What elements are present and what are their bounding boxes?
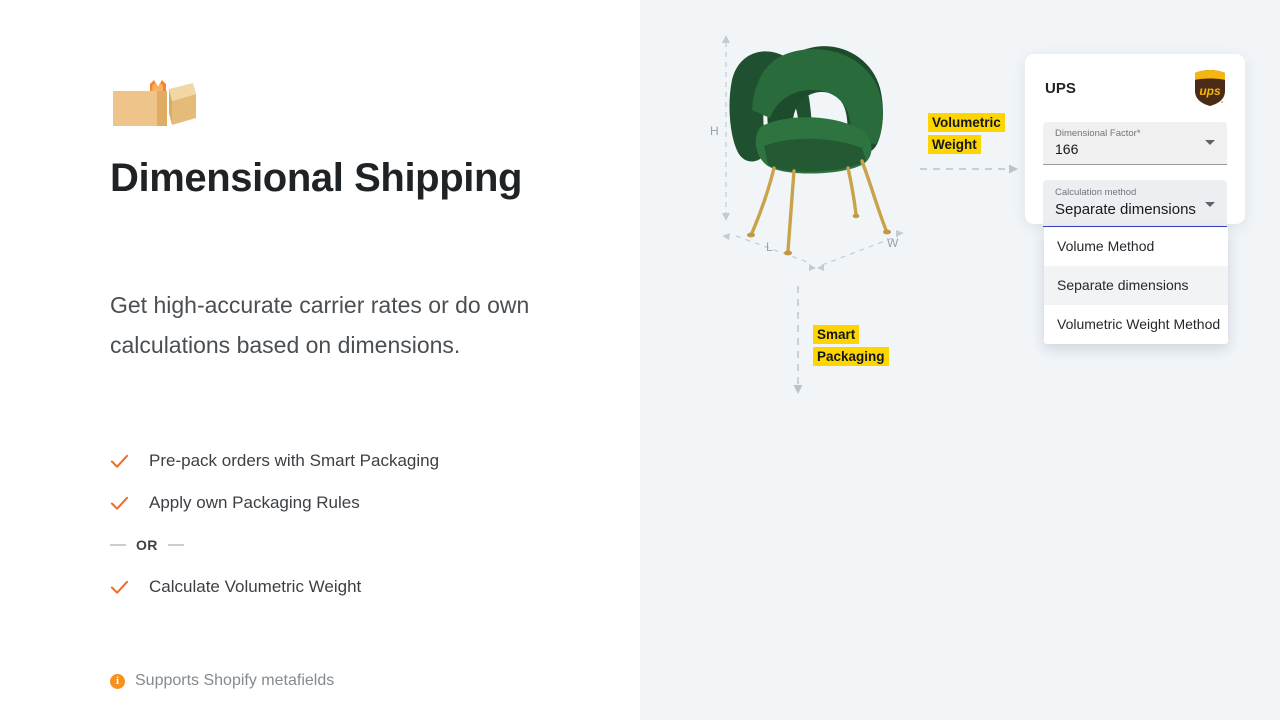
volumetric-arrow [920,164,1018,174]
svg-text:L: L [766,240,773,254]
svg-text:W: W [887,236,899,250]
feature-label: Calculate Volumetric Weight [149,577,362,596]
dropdown-option-separate-dimensions[interactable]: Separate dimensions [1044,266,1228,305]
dimensional-factor-value: 166 [1055,141,1079,157]
dimensional-factor-field[interactable]: Dimensional Factor* 166 [1043,122,1227,165]
volumetric-weight-callout-line2: Weight [928,135,981,154]
or-label: OR [136,537,158,553]
footnote-label: Supports Shopify metafields [135,672,335,689]
dropdown-option-volume-method[interactable]: Volume Method [1044,227,1228,266]
divider-line-left [110,544,126,546]
open-box-with-cat-icon [110,78,196,130]
ups-card-title: UPS [1045,80,1076,97]
calculation-method-select[interactable]: Calculation method Separate dimensions [1043,180,1227,227]
calculation-method-dropdown[interactable]: Volume Method Separate dimensions Volume… [1044,227,1228,344]
feature-label: Apply own Packaging Rules [149,493,360,512]
svg-text:H: H [710,124,719,138]
svg-text:ups: ups [1199,84,1221,98]
chevron-down-icon[interactable] [1205,140,1215,145]
volumetric-weight-callout-line1: Volumetric [928,113,1005,132]
smart-packaging-callout-line2: Packaging [813,347,889,366]
page-title: Dimensional Shipping [110,156,523,200]
ups-shield-logo: ups [1193,69,1227,107]
info-icon: i [110,673,125,689]
or-divider: OR [110,524,590,566]
feature-item-volumetric: Calculate Volumetric Weight [110,566,590,608]
footnote: i Supports Shopify metafields [110,672,334,690]
product-dimension-illustration: H L W [690,18,960,283]
left-panel: Dimensional Shipping Get high-accurate c… [0,0,640,720]
dropdown-option-volumetric-weight-method[interactable]: Volumetric Weight Method [1044,305,1228,344]
promo-screenshot: Dimensional Shipping Get high-accurate c… [0,0,1280,720]
divider-line-right [167,544,184,546]
smart-packaging-arrow [793,286,803,394]
check-icon [110,452,136,471]
chevron-down-icon[interactable] [1205,202,1215,207]
calculation-method-value: Separate dimensions [1055,201,1196,218]
calculation-method-label: Calculation method [1055,187,1137,198]
check-icon [110,494,136,513]
feature-item-rules: Apply own Packaging Rules [110,482,590,524]
right-panel: H L W Volumetric Weight Smart Packaging … [640,0,1280,720]
feature-label: Pre-pack orders with Smart Packaging [149,451,440,470]
check-icon [110,578,136,597]
feature-list: Pre-pack orders with Smart Packaging App… [110,440,590,608]
feature-item-prepack: Pre-pack orders with Smart Packaging [110,440,590,482]
smart-packaging-callout-line1: Smart [813,325,860,344]
page-subtitle: Get high-accurate carrier rates or do ow… [110,292,530,358]
dimensional-factor-label: Dimensional Factor* [1055,128,1141,139]
